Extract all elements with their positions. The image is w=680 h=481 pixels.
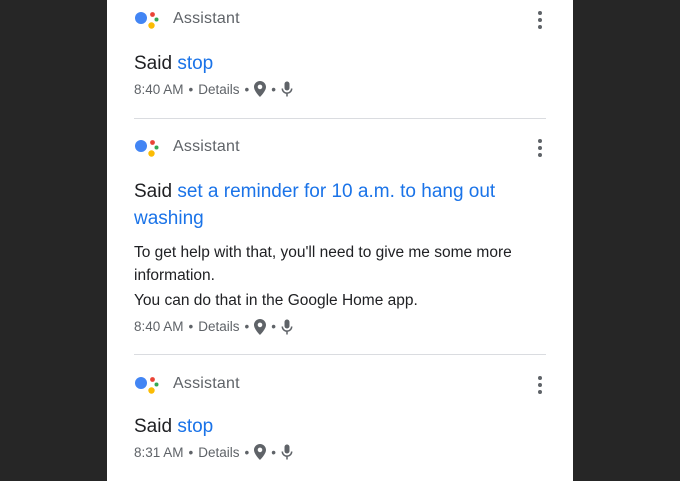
bullet: • [188,319,194,334]
details-link[interactable]: Details [198,319,239,334]
timestamp: 8:40 AM [134,81,184,97]
app-name: Assistant [173,138,240,155]
location-pin-icon [254,81,267,97]
microphone-icon [281,319,293,334]
divider [134,354,546,355]
query-line: Said stop [134,413,546,440]
app-name: Assistant [173,10,240,27]
timestamp: 8:31 AM [134,444,184,460]
details-link[interactable]: Details [198,445,239,460]
query-text[interactable]: stop [177,416,213,437]
entry-meta: 8:40 AM • Details • • [134,80,546,98]
response-text: To get help with that, you'll need to gi… [134,244,512,284]
activity-entry: Assistant Said stop 8:40 AM • Details • … [134,8,546,98]
query-line: Said set a reminder for 10 a.m. to hang … [134,178,546,232]
said-label: Said [134,181,173,202]
divider [134,118,546,119]
activity-entry: Assistant Said stop 8:31 AM • Details • … [134,373,546,461]
said-label: Said [134,53,173,74]
microphone-icon [281,81,293,97]
location-pin-icon [254,444,267,460]
assistant-logo-icon [135,377,159,394]
activity-panel: Assistant Said stop 8:40 AM • Details • … [107,0,573,481]
query-text[interactable]: set a reminder for 10 a.m. to hang out w… [134,181,495,229]
more-options-icon[interactable] [534,136,546,160]
more-options-icon[interactable] [534,8,546,32]
more-options-icon[interactable] [534,373,546,397]
details-link[interactable]: Details [198,82,239,97]
query-line: Said stop [134,50,546,77]
timestamp: 8:40 AM [134,319,184,334]
app-name: Assistant [173,375,240,392]
entry-header: Assistant [134,8,546,36]
bullet: • [244,444,250,460]
activity-entry: Assistant Said set a reminder for 10 a.m… [134,136,546,336]
bullet: • [271,81,276,97]
assistant-logo-icon [135,140,159,157]
assistant-logo-icon [135,12,159,29]
query-text[interactable]: stop [177,53,213,74]
response-text: You can do that in the Google Home app. [134,292,418,309]
entry-meta: 8:40 AM • Details • • [134,318,546,336]
entry-meta: 8:31 AM • Details • • [134,443,546,461]
entry-header: Assistant [134,136,546,164]
location-pin-icon [254,318,267,335]
bullet: • [271,444,276,460]
bullet: • [244,81,250,97]
microphone-icon [281,444,293,460]
said-label: Said [134,416,173,437]
bullet: • [271,319,276,334]
bullet: • [244,319,250,334]
entry-header: Assistant [134,373,546,401]
bullet: • [188,444,194,460]
bullet: • [188,81,194,97]
